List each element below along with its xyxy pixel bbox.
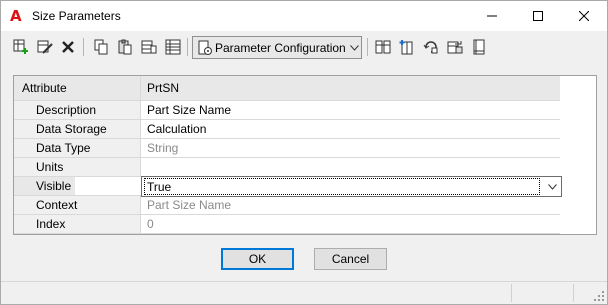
row-value[interactable]: Calculation [141, 120, 560, 138]
row-value [141, 158, 560, 176]
row-label: Context [14, 196, 141, 214]
attribute-column-header[interactable]: Attribute [14, 76, 141, 100]
row-label: Visible [14, 177, 75, 195]
toolbar-separator [367, 38, 368, 56]
close-icon [579, 11, 589, 21]
row-value: 0 [147, 217, 154, 231]
row-label: Description [14, 101, 141, 119]
toolbar-separator [83, 38, 84, 56]
status-bar [1, 281, 607, 304]
row-label: Units [14, 158, 141, 176]
parameter-config-icon [195, 40, 215, 56]
parameter-column-header[interactable]: PrtSN [141, 76, 560, 100]
edit-parameter-icon[interactable] [34, 36, 56, 58]
parameter-configuration-label: Parameter Configuration [215, 40, 346, 55]
minimize-button[interactable] [469, 1, 515, 31]
grid-row-context[interactable]: Context Part Size Name [14, 196, 560, 215]
cancel-button[interactable]: Cancel [314, 248, 387, 270]
maximize-button[interactable] [515, 1, 561, 31]
row-label: Data Type [14, 139, 141, 157]
visible-combobox[interactable]: True [141, 176, 562, 197]
window-title: Size Parameters [32, 9, 121, 23]
grid-row-units[interactable]: Units [14, 158, 560, 177]
toolbar: Parameter Configuration [1, 31, 607, 63]
close-button[interactable] [561, 1, 607, 31]
visible-combobox-value[interactable]: True [144, 178, 540, 195]
add-parameter-icon[interactable] [10, 36, 32, 58]
row-value[interactable]: Part Size Name [141, 101, 560, 119]
grid-header-row: Attribute PrtSN [14, 76, 560, 101]
row-value: Part Size Name [147, 198, 232, 212]
parameter-grid: Attribute PrtSN Description Part Size Na… [13, 75, 597, 235]
row-label: Data Storage [14, 120, 141, 138]
parameter-configuration-dropdown[interactable]: Parameter Configuration [192, 36, 362, 59]
table-icon[interactable] [162, 36, 184, 58]
status-pane [511, 284, 512, 302]
parameter-tree-icon[interactable] [372, 36, 394, 58]
book-icon[interactable] [468, 36, 490, 58]
export-icon[interactable] [444, 36, 466, 58]
refresh-icon[interactable] [420, 36, 442, 58]
maximize-icon [533, 11, 543, 21]
ok-button[interactable]: OK [221, 248, 294, 270]
size-parameters-dialog: A Size Parameters Parameter Configuratio… [0, 0, 608, 305]
chevron-down-icon [347, 44, 361, 51]
resize-grip-icon[interactable] [594, 291, 605, 302]
parameter-list-icon[interactable] [138, 36, 160, 58]
delete-icon[interactable] [57, 36, 79, 58]
add-column-icon[interactable] [396, 36, 418, 58]
row-label: Index [14, 215, 141, 233]
copy-icon[interactable] [90, 36, 112, 58]
grid-row-index[interactable]: Index 0 [14, 215, 560, 234]
grid-row-description[interactable]: Description Part Size Name [14, 101, 560, 120]
grid-row-data-type[interactable]: Data Type String [14, 139, 560, 158]
grid-row-visible[interactable]: Visible True [14, 176, 562, 197]
grid-row-data-storage[interactable]: Data Storage Calculation [14, 120, 560, 139]
title-bar[interactable]: A Size Parameters [1, 1, 607, 31]
minimize-icon [487, 15, 497, 17]
paste-icon[interactable] [114, 36, 136, 58]
autodesk-a-icon: A [10, 7, 22, 25]
chevron-down-icon[interactable] [543, 177, 561, 196]
row-value: String [147, 141, 179, 155]
status-pane [573, 284, 574, 302]
toolbar-separator [187, 38, 188, 56]
